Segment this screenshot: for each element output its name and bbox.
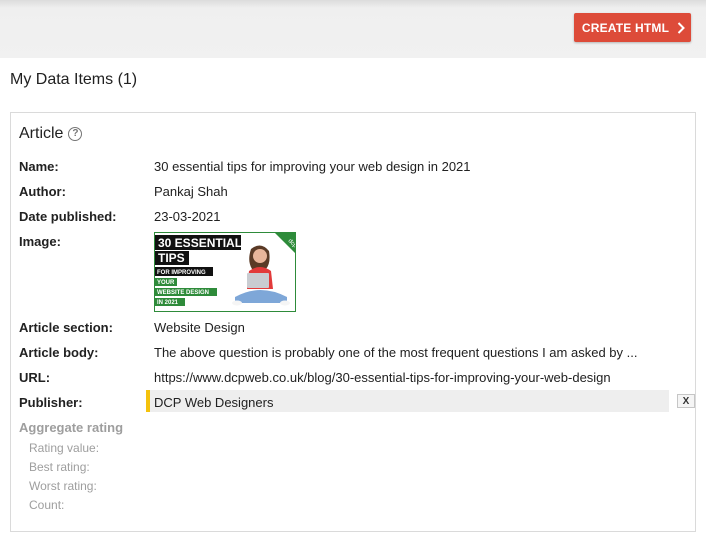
count-label: Count: [29,498,65,512]
page-title: My Data Items (1) [10,71,138,88]
field-body-value: The above question is probably one of th… [154,345,638,360]
field-name-label: Name: [19,159,59,174]
field-author-value: Pankaj Shah [154,184,228,199]
worst-rating-label: Worst rating: [29,479,97,493]
field-publisher-label: Publisher: [19,395,83,410]
field-author-label: Author: [19,184,66,199]
thumbnail-line5: WEBSITE DESIGN [157,290,209,296]
create-html-label: CREATE HTML [581,20,670,35]
field-section-label: Article section: [19,320,113,335]
field-name-value: 30 essential tips for improving your web… [154,159,471,174]
data-item-card: Article ? Name: 30 essential tips for im… [10,112,696,532]
field-publisher-value: DCP Web Designers [154,395,274,410]
chevron-right-icon [677,21,686,34]
thumbnail-line2: TIPS [158,251,185,265]
field-date-value: 23-03-2021 [154,209,221,224]
field-body-label: Article body: [19,345,99,360]
best-rating-label: Best rating: [29,460,90,474]
create-html-button[interactable]: CREATE HTML [574,13,691,42]
thumbnail-line6: IN 2021 [157,300,179,306]
card-title-text: Article [19,125,64,142]
thumbnail-line4: YOUR [157,280,175,286]
thumbnail-line1: 30 ESSENTIAL [158,236,242,250]
article-thumbnail[interactable]: dcp 30 ESSENTIAL TIPS FOR IMPROVING YOUR… [154,232,296,312]
help-icon[interactable]: ? [68,127,83,141]
field-url-value: https://www.dcpweb.co.uk/blog/30-essenti… [154,370,611,385]
thumbnail-line3: FOR IMPROVING [157,270,206,276]
aggregate-rating-heading: Aggregate rating [19,420,124,435]
card-title: Article ? [19,125,83,143]
field-section-value: Website Design [154,320,245,335]
field-url-label: URL: [19,370,51,385]
remove-publisher-button[interactable]: X [677,394,695,408]
field-date-label: Date published: [19,209,117,224]
rating-value-label: Rating value: [29,441,100,455]
field-image-label: Image: [19,234,61,249]
